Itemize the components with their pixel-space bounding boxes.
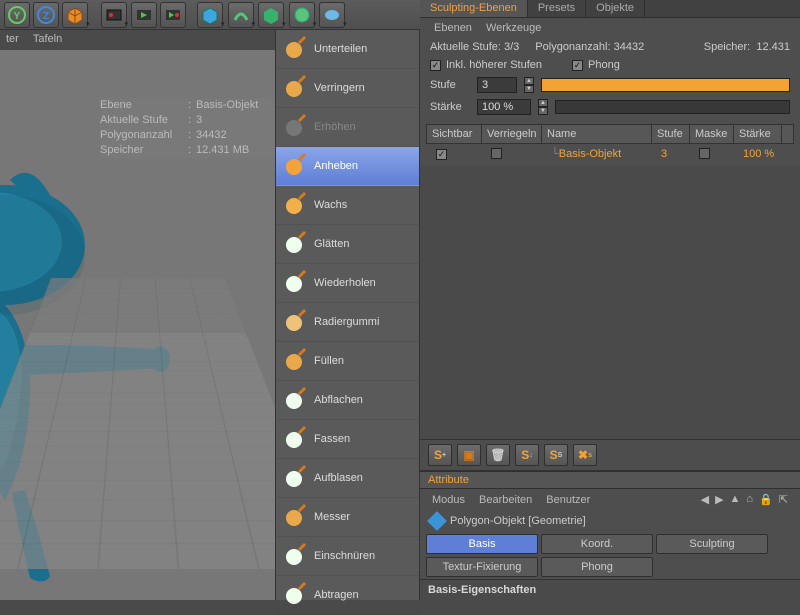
sculpt-tool-icon xyxy=(284,194,306,216)
sculpt-tool-icon xyxy=(284,428,306,450)
subtab-ebenen[interactable]: Ebenen xyxy=(434,22,472,34)
menu-modus[interactable]: Modus xyxy=(432,494,465,506)
layer-visible-check[interactable]: ✓ xyxy=(436,149,447,160)
svg-text:Z: Z xyxy=(43,11,49,22)
sculpt-tool-aufblasen[interactable]: Aufblasen xyxy=(276,459,419,498)
check-inkl[interactable]: ✓Inkl. höherer Stufen xyxy=(430,59,542,71)
nav-up-icon[interactable]: ▲ xyxy=(730,493,741,506)
check-phong[interactable]: ✓Phong xyxy=(572,59,620,71)
sculpt-tool-anheben[interactable]: Anheben xyxy=(276,147,419,186)
record-button[interactable] xyxy=(101,2,127,28)
nav-fwd-icon[interactable]: ▶ xyxy=(715,493,723,506)
stufe-spinner[interactable]: ▲▼ xyxy=(524,77,534,93)
play-record-button[interactable] xyxy=(160,2,186,28)
prim-spline-button[interactable] xyxy=(228,2,254,28)
attribute-header: Attribute xyxy=(420,471,800,489)
viewport-info-hud: Ebene:Basis-Objekt Aktuelle Stufe:3 Poly… xyxy=(100,98,275,158)
layer-row[interactable]: ✓ └Basis-Objekt 3 100 % xyxy=(426,144,794,166)
object-row[interactable]: Polygon-Objekt [Geometrie] xyxy=(420,510,800,532)
sculpt-tool-einschnüren[interactable]: Einschnüren xyxy=(276,537,419,576)
sculpt-tool-icon xyxy=(284,233,306,255)
staerke-spinner[interactable]: ▲▼ xyxy=(538,99,548,115)
prim-deform-button[interactable] xyxy=(319,2,345,28)
layer-actions: S+ ▣ 🗑 S↓ SS ✖s xyxy=(420,439,800,471)
prim-nurbs-button[interactable] xyxy=(258,2,284,28)
lock-icon[interactable]: 🔒 xyxy=(759,493,773,506)
sculpt-tool-füllen[interactable]: Füllen xyxy=(276,342,419,381)
attr-tab-basis[interactable]: Basis xyxy=(426,534,538,554)
sculpt-tool-radiergummi[interactable]: Radiergummi xyxy=(276,303,419,342)
sculpt-tool-messer[interactable]: Messer xyxy=(276,498,419,537)
character-mesh xyxy=(0,170,170,590)
axis-y-button[interactable]: Y xyxy=(4,2,30,28)
add-folder-button[interactable]: ▣ xyxy=(457,444,481,466)
tab-presets[interactable]: Presets xyxy=(528,0,586,17)
sculpt-tool-unterteilen[interactable]: Unterteilen xyxy=(276,30,419,69)
axis-z-button[interactable]: Z xyxy=(33,2,59,28)
attr-tab-textur[interactable]: Textur-Fixierung xyxy=(426,557,538,577)
sculpt-tool-icon xyxy=(284,389,306,411)
sculpt-tool-icon xyxy=(284,506,306,528)
sculpt-tool-icon xyxy=(284,77,306,99)
tab-ter[interactable]: ter xyxy=(6,33,19,47)
merge-down-button[interactable]: S↓ xyxy=(515,444,539,466)
add-layer-button[interactable]: S+ xyxy=(428,444,452,466)
panel-tabs: Sculpting-Ebenen Presets Objekte xyxy=(420,0,800,18)
sculpt-tool-wachs[interactable]: Wachs xyxy=(276,186,419,225)
staerke-slider[interactable] xyxy=(555,100,790,114)
viewport-3d[interactable]: Ebene:Basis-Objekt Aktuelle Stufe:3 Poly… xyxy=(0,50,275,600)
merge-visible-button[interactable]: SS xyxy=(544,444,568,466)
play-forward-button[interactable] xyxy=(131,2,157,28)
prim-generator-button[interactable] xyxy=(289,2,315,28)
sculpt-tool-wiederholen[interactable]: Wiederholen xyxy=(276,264,419,303)
layer-table: Sichtbar Verriegeln Name Stufe Maske Stä… xyxy=(426,124,794,166)
sculpt-tool-fassen[interactable]: Fassen xyxy=(276,420,419,459)
svg-text:Y: Y xyxy=(14,11,21,22)
tab-objekte[interactable]: Objekte xyxy=(586,0,645,17)
sculpt-tool-erhöhen[interactable]: Erhöhen xyxy=(276,108,419,147)
sculpt-tool-icon xyxy=(284,350,306,372)
section-basis: Basis-Eigenschaften xyxy=(420,579,800,600)
sculpt-tool-icon xyxy=(284,155,306,177)
sculpt-tool-icon xyxy=(284,116,306,138)
sculpt-tool-icon xyxy=(284,38,306,60)
menu-bearbeiten[interactable]: Bearbeiten xyxy=(479,494,532,506)
attr-tab-phong[interactable]: Phong xyxy=(541,557,653,577)
staerke-input[interactable]: 100 % xyxy=(477,99,531,115)
tab-tafeln[interactable]: Tafeln xyxy=(33,33,62,47)
sculpt-tool-list: UnterteilenVerringernErhöhenAnhebenWachs… xyxy=(275,30,420,600)
attr-tab-koord[interactable]: Koord. xyxy=(541,534,653,554)
sculpt-tool-verringern[interactable]: Verringern xyxy=(276,69,419,108)
sculpt-tool-glätten[interactable]: Glätten xyxy=(276,225,419,264)
delete-layer-button[interactable]: 🗑 xyxy=(486,444,510,466)
tab-sculpting-ebenen[interactable]: Sculpting-Ebenen xyxy=(420,0,528,17)
layer-lock-check[interactable] xyxy=(491,148,502,159)
sculpt-tool-abflachen[interactable]: Abflachen xyxy=(276,381,419,420)
home-icon[interactable]: ⌂ xyxy=(746,493,753,506)
secondary-tabs: ter Tafeln xyxy=(0,30,68,50)
polygon-object-icon xyxy=(427,511,447,531)
attr-tab-sculpting[interactable]: Sculpting xyxy=(656,534,768,554)
sculpt-tool-icon xyxy=(284,584,306,606)
prim-cube-button[interactable] xyxy=(197,2,223,28)
stufe-slider[interactable] xyxy=(541,78,790,92)
right-panel: Sculpting-Ebenen Presets Objekte Ebenen … xyxy=(420,0,800,600)
stufe-input[interactable]: 3 xyxy=(477,77,517,93)
subtab-werkzeuge[interactable]: Werkzeuge xyxy=(486,22,541,34)
menu-benutzer[interactable]: Benutzer xyxy=(546,494,590,506)
link-icon[interactable]: ⇱ xyxy=(779,493,788,506)
sculpt-tool-icon xyxy=(284,545,306,567)
sculpt-tool-abtragen[interactable]: Abtragen xyxy=(276,576,419,615)
sculpt-tool-icon xyxy=(284,272,306,294)
sculpt-tool-icon xyxy=(284,467,306,489)
sculpt-tool-icon xyxy=(284,311,306,333)
cube-button[interactable] xyxy=(62,2,88,28)
layer-mask-check[interactable] xyxy=(699,148,710,159)
nav-back-icon[interactable]: ◀ xyxy=(701,493,709,506)
flatten-button[interactable]: ✖s xyxy=(573,444,597,466)
